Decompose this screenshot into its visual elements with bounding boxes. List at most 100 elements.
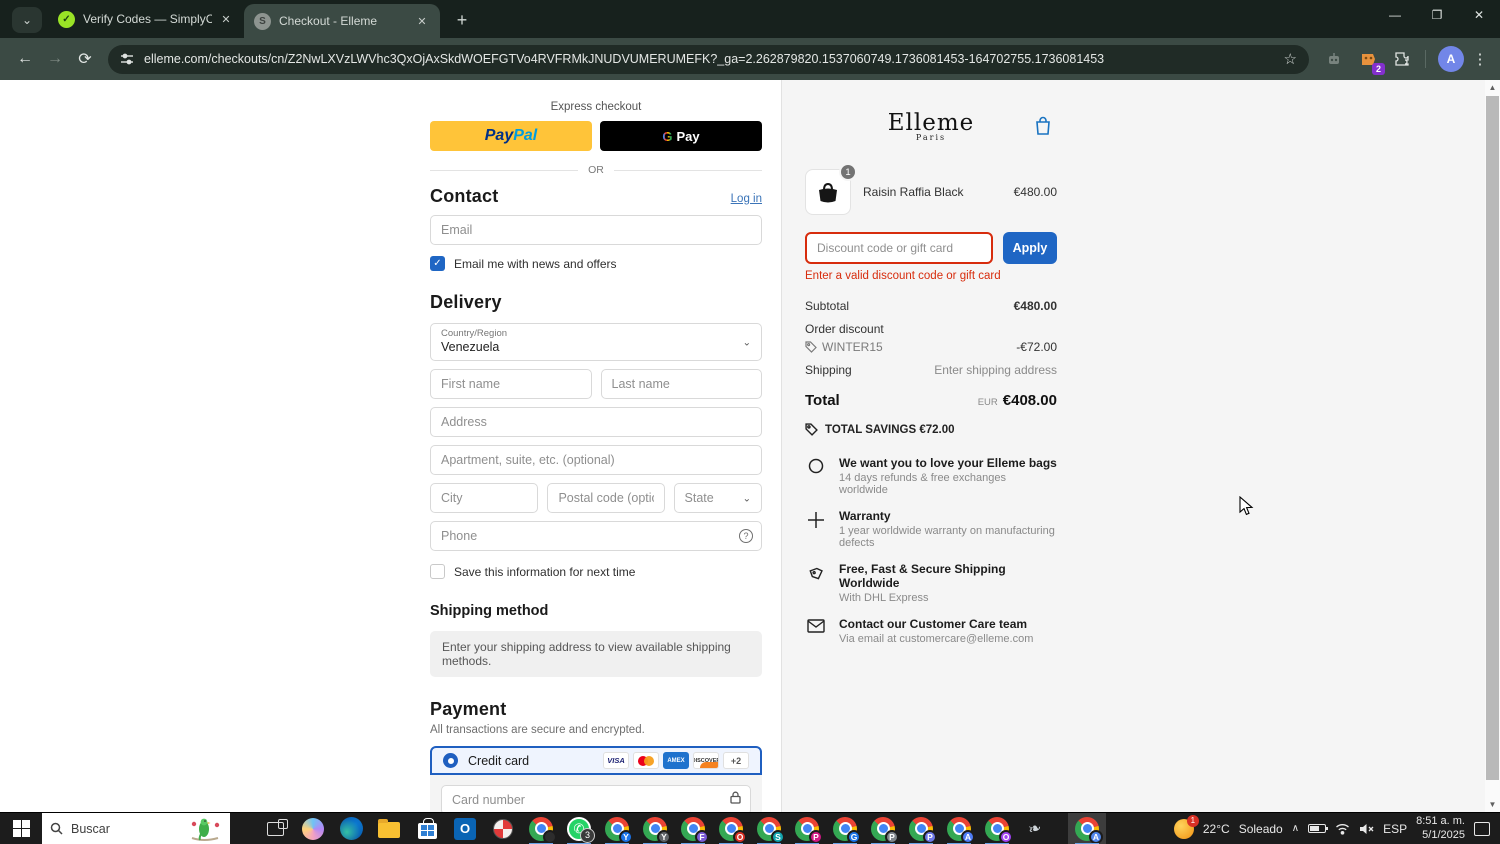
file-explorer-icon[interactable] bbox=[370, 813, 408, 844]
product-price: €480.00 bbox=[1013, 185, 1057, 199]
chrome-profile-icon[interactable]: Y bbox=[636, 813, 674, 844]
product-thumbnail: 1 bbox=[805, 163, 857, 215]
browser-tab-bar: ⌄ ✓ Verify Codes — SimplyCodes ✕ S Check… bbox=[0, 0, 1500, 38]
chrome-profile-icon[interactable]: P bbox=[902, 813, 940, 844]
tab-search-button[interactable]: ⌄ bbox=[12, 7, 42, 33]
tab-checkout-elleme[interactable]: S Checkout - Elleme ✕ bbox=[244, 4, 440, 38]
shipping-method-heading: Shipping method bbox=[430, 603, 549, 619]
copilot-icon[interactable] bbox=[294, 813, 332, 844]
address-bar[interactable]: elleme.com/checkouts/cn/Z2NwLXVzLWVhc3Qx… bbox=[108, 44, 1309, 74]
phone-help-icon[interactable]: ? bbox=[739, 529, 753, 543]
edge-icon[interactable] bbox=[332, 813, 370, 844]
wifi-icon[interactable] bbox=[1335, 823, 1350, 835]
paypal-button[interactable]: Pay Pal bbox=[430, 121, 592, 151]
more-methods-badge: +2 bbox=[723, 752, 749, 769]
apply-discount-button[interactable]: Apply bbox=[1003, 232, 1057, 264]
new-tab-button[interactable]: + bbox=[448, 6, 476, 34]
credit-card-radio[interactable] bbox=[443, 753, 458, 768]
email-field[interactable] bbox=[430, 215, 762, 245]
site-settings-icon[interactable] bbox=[120, 52, 134, 66]
task-view-icon[interactable] bbox=[256, 813, 294, 844]
outlook-icon[interactable]: O bbox=[446, 813, 484, 844]
volume-muted-icon[interactable] bbox=[1359, 823, 1374, 835]
robot-extension-icon[interactable] bbox=[1321, 46, 1347, 72]
tab-close-icon[interactable]: ✕ bbox=[218, 11, 234, 27]
microsoft-store-icon[interactable] bbox=[408, 813, 446, 844]
login-link[interactable]: Log in bbox=[731, 193, 762, 205]
save-info-checkbox[interactable] bbox=[430, 564, 445, 579]
chrome-profile-icon[interactable]: A bbox=[940, 813, 978, 844]
start-button[interactable] bbox=[0, 813, 42, 844]
chrome-profile-icon[interactable]: G bbox=[826, 813, 864, 844]
newsletter-checkbox[interactable]: ✓ bbox=[430, 256, 445, 271]
perks-list: We want you to love your Elleme bags 14 d… bbox=[805, 456, 1057, 645]
extension-badge: 2 bbox=[1371, 63, 1385, 75]
gpay-button[interactable]: G Pay bbox=[600, 121, 762, 151]
last-name-field[interactable] bbox=[600, 369, 762, 399]
back-button[interactable]: ← bbox=[10, 44, 40, 74]
close-button[interactable]: ✕ bbox=[1458, 0, 1500, 30]
notification-center-icon[interactable] bbox=[1474, 821, 1490, 836]
address-field[interactable] bbox=[430, 407, 762, 437]
battery-icon[interactable] bbox=[1308, 824, 1329, 833]
tray-expand-icon[interactable]: ∧ bbox=[1292, 823, 1299, 834]
minimize-button[interactable]: — bbox=[1374, 0, 1416, 30]
browser-menu-icon[interactable]: ⋮ bbox=[1470, 50, 1490, 68]
perk-subtitle: 14 days refunds & free exchanges worldwi… bbox=[839, 472, 1006, 496]
weather-condition[interactable]: Soleado bbox=[1239, 822, 1283, 836]
chrome-profile-icon[interactable] bbox=[522, 813, 560, 844]
feather-app-icon[interactable]: ❧ bbox=[1016, 813, 1054, 844]
or-divider: OR bbox=[430, 164, 762, 176]
active-chrome-window[interactable]: A bbox=[1068, 812, 1106, 844]
subtotal-label: Subtotal bbox=[805, 299, 850, 313]
tab-close-icon[interactable]: ✕ bbox=[414, 13, 430, 29]
scroll-up-icon[interactable]: ▲ bbox=[1485, 80, 1500, 95]
first-name-field[interactable] bbox=[430, 369, 592, 399]
keyboard-language[interactable]: ESP bbox=[1383, 822, 1407, 836]
scroll-down-icon[interactable]: ▼ bbox=[1485, 797, 1500, 812]
shop-favicon-icon: S bbox=[254, 12, 271, 30]
country-select[interactable]: Country/Region Venezuela ⌄ bbox=[430, 323, 762, 361]
extensions-puzzle-icon[interactable] bbox=[1389, 46, 1415, 72]
chrome-profile-icon[interactable]: O bbox=[978, 813, 1016, 844]
tab-title: Checkout - Elleme bbox=[279, 14, 378, 28]
weather-icon[interactable]: 1 bbox=[1173, 814, 1199, 839]
chevron-down-icon: ⌄ bbox=[742, 337, 751, 349]
perk-title: Free, Fast & Secure Shipping Worldwide bbox=[839, 562, 1006, 590]
chrome-profile-icon[interactable]: Y bbox=[598, 813, 636, 844]
whatsapp-icon[interactable]: ✆ 3 bbox=[560, 813, 598, 844]
taskbar-search[interactable]: Buscar bbox=[42, 812, 230, 844]
simplycodes-extension-icon[interactable]: 2 bbox=[1355, 46, 1385, 75]
chrome-profile-icon[interactable]: S bbox=[750, 813, 788, 844]
postal-code-field[interactable] bbox=[547, 483, 665, 513]
reload-button[interactable]: ⟳ bbox=[70, 44, 100, 74]
bookmark-star-icon[interactable]: ☆ bbox=[1284, 50, 1297, 68]
shipping-value: Enter shipping address bbox=[934, 363, 1057, 377]
temperature[interactable]: 22°C bbox=[1203, 822, 1230, 836]
chrome-profile-icon[interactable]: P bbox=[864, 813, 902, 844]
discount-code-input[interactable] bbox=[805, 232, 993, 264]
restore-button[interactable]: ❐ bbox=[1416, 0, 1458, 30]
cart-bag-icon[interactable] bbox=[1034, 116, 1052, 139]
state-select[interactable]: State ⌄ bbox=[673, 483, 762, 513]
chrome-profile-icon[interactable]: P bbox=[788, 813, 826, 844]
card-number-field[interactable] bbox=[441, 785, 751, 812]
profile-avatar[interactable]: A bbox=[1438, 46, 1464, 72]
scrollbar-thumb[interactable] bbox=[1486, 96, 1499, 780]
city-field[interactable] bbox=[430, 483, 539, 513]
credit-card-label: Credit card bbox=[468, 753, 530, 768]
card-brand-icons: VISA AMEX DISCOVER +2 bbox=[603, 752, 749, 769]
tab-simplycodes[interactable]: ✓ Verify Codes — SimplyCodes ✕ bbox=[48, 2, 244, 36]
credit-card-option[interactable]: Credit card VISA AMEX DISCOVER +2 bbox=[430, 746, 762, 775]
pinwheel-app-icon[interactable] bbox=[484, 813, 522, 844]
page-scrollbar[interactable]: ▲ ▼ bbox=[1485, 80, 1500, 812]
chrome-profile-icon[interactable]: F bbox=[674, 813, 712, 844]
forward-button[interactable]: → bbox=[40, 44, 70, 74]
chrome-profile-icon[interactable]: O bbox=[712, 813, 750, 844]
search-bird-image bbox=[191, 818, 220, 841]
clock[interactable]: 8:51 a. m. 5/1/2025 bbox=[1416, 815, 1465, 841]
perk-item: Contact our Customer Care team Via email … bbox=[805, 617, 1057, 645]
shipping-method-notice: Enter your shipping address to view avai… bbox=[430, 631, 762, 677]
apartment-field[interactable] bbox=[430, 445, 762, 475]
phone-field[interactable] bbox=[430, 521, 762, 551]
